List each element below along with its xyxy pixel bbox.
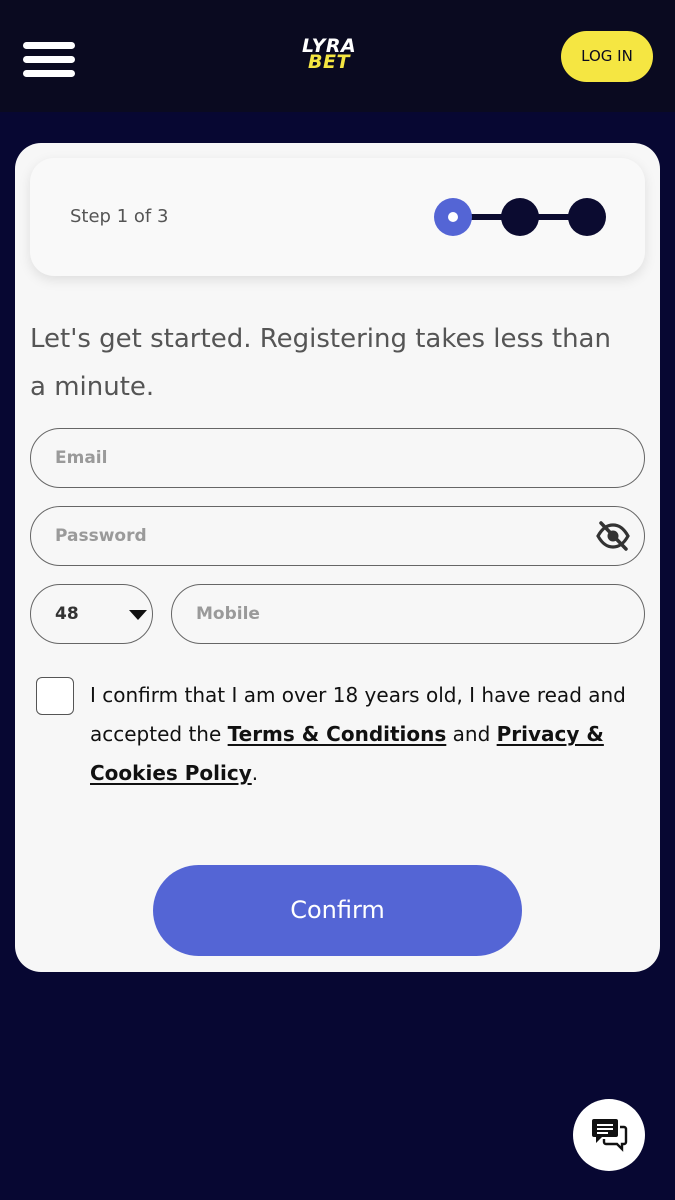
- top-bar: LYRA BET LOG IN: [0, 0, 675, 112]
- registration-card: Step 1 of 3 Let's get started. Registeri…: [15, 143, 660, 972]
- consent-and: and: [446, 722, 497, 746]
- step-indicator-panel: Step 1 of 3: [30, 158, 645, 276]
- step-label: Step 1 of 3: [70, 206, 169, 227]
- email-field[interactable]: [55, 429, 615, 487]
- age-consent-checkbox[interactable]: [36, 677, 74, 715]
- chat-icon: [592, 1119, 628, 1152]
- consent-text: I confirm that I am over 18 years old, I…: [90, 676, 650, 793]
- intro-text: Let's get started. Registering takes les…: [30, 324, 611, 402]
- hamburger-icon[interactable]: [23, 42, 75, 78]
- mobile-field[interactable]: [196, 585, 616, 643]
- step-progress: [434, 198, 606, 236]
- login-button[interactable]: LOG IN: [561, 31, 653, 82]
- mobile-field-wrapper: [171, 584, 645, 644]
- password-field-wrapper: [30, 506, 645, 566]
- consent-suffix: .: [251, 761, 259, 785]
- confirm-button[interactable]: Confirm: [153, 865, 522, 956]
- email-field-wrapper: [30, 428, 645, 488]
- lyrabet-logo[interactable]: LYRA BET: [298, 36, 378, 76]
- chat-button[interactable]: [573, 1099, 645, 1171]
- country-code-value: 48: [55, 604, 79, 624]
- country-code-select[interactable]: 48: [30, 584, 153, 644]
- step-dot-3: [568, 198, 606, 236]
- step-dot-2: [501, 198, 539, 236]
- terms-link[interactable]: Terms & Conditions: [228, 722, 447, 746]
- eye-off-icon[interactable]: [596, 520, 630, 552]
- password-field[interactable]: [55, 507, 575, 565]
- logo-text-bottom: BET: [308, 51, 350, 73]
- step-dot-1: [434, 198, 472, 236]
- caret-down-icon: [129, 610, 147, 620]
